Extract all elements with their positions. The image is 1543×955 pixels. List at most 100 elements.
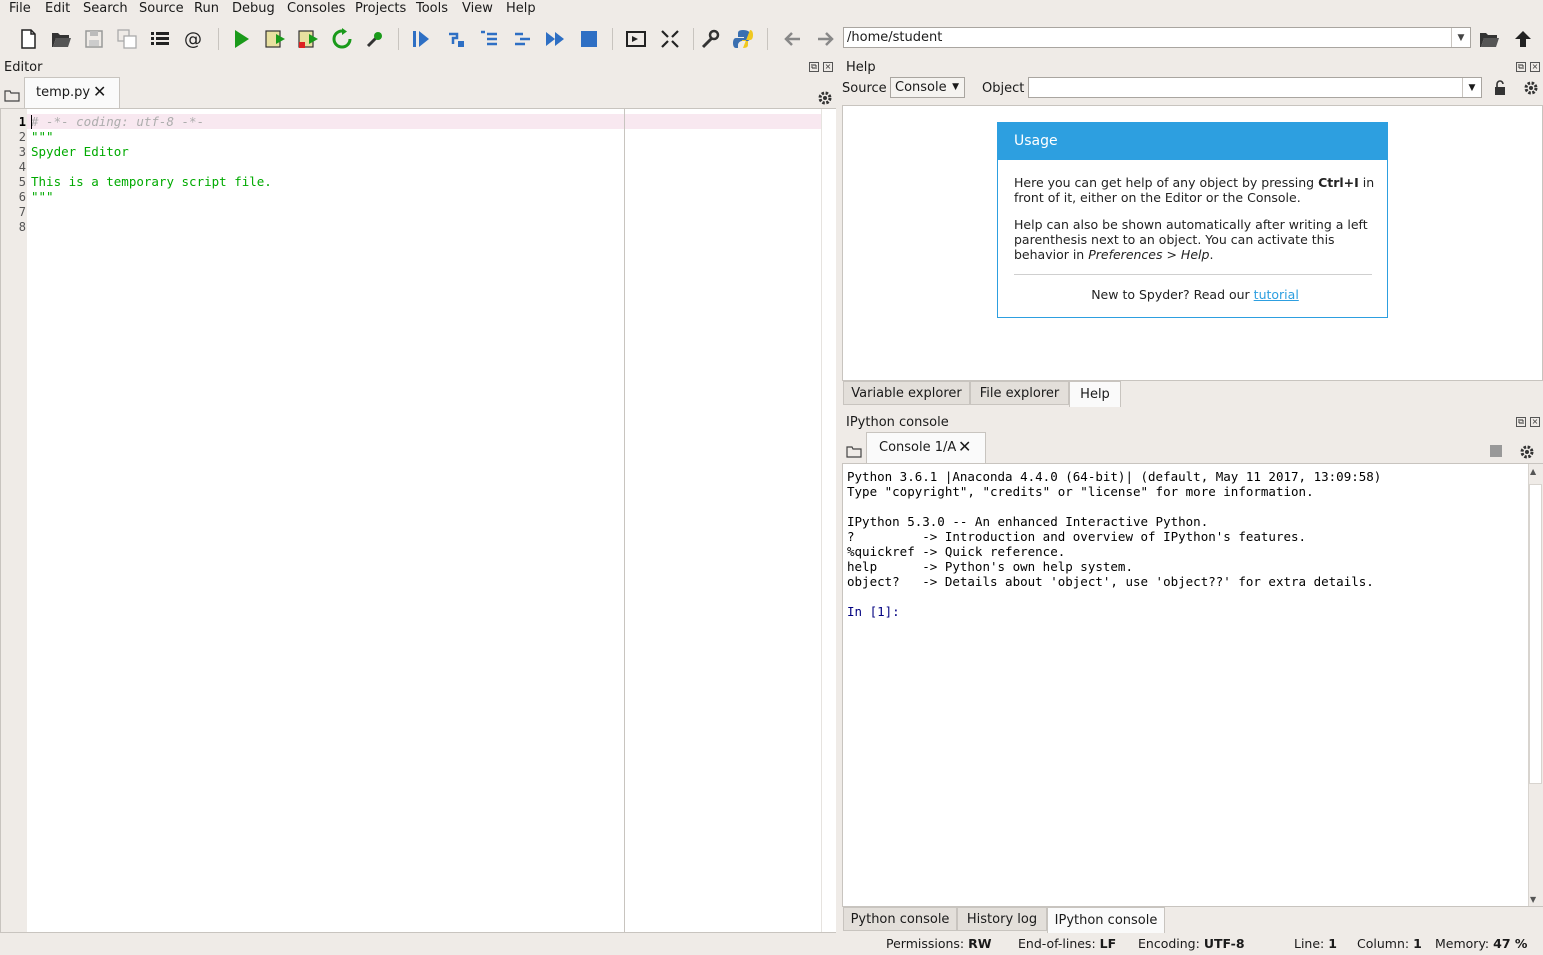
scroll-up-icon[interactable]: ▲	[1530, 467, 1536, 476]
close-tab-icon[interactable]: ✕	[958, 437, 971, 456]
debug-icon[interactable]	[408, 26, 434, 52]
usage-card-header: Usage	[998, 123, 1387, 160]
browse-tabs-icon[interactable]	[4, 88, 20, 102]
object-label: Object	[982, 81, 1025, 96]
new-file-icon[interactable]	[15, 26, 41, 52]
status-permissions: Permissions: RW	[886, 936, 992, 951]
close-tab-icon[interactable]: ✕	[93, 82, 106, 101]
menu-file[interactable]: File	[9, 1, 31, 16]
step-icon[interactable]	[443, 26, 469, 52]
line-number: 5	[18, 175, 26, 189]
line-number: 6	[18, 190, 26, 204]
parent-dir-icon[interactable]	[1510, 26, 1536, 52]
code-line: """	[31, 189, 54, 204]
open-file-icon[interactable]	[48, 26, 74, 52]
forward-arrow-icon[interactable]	[812, 26, 838, 52]
menu-help[interactable]: Help	[506, 1, 536, 16]
editor-scrollbar[interactable]	[821, 109, 836, 932]
chevron-down-icon[interactable]: ▼	[1462, 78, 1481, 97]
console-tab[interactable]: Console 1/A ✕	[866, 432, 986, 463]
close-icon[interactable]: ×	[823, 62, 833, 72]
line-number: 2	[18, 130, 26, 144]
divider	[1014, 274, 1372, 275]
configure-run-icon[interactable]	[362, 26, 388, 52]
console-scrollbar[interactable]: ▲ ▼	[1528, 464, 1543, 906]
browse-tabs-icon[interactable]	[846, 444, 862, 458]
edge-line	[624, 109, 625, 932]
tab-python-console[interactable]: Python console	[843, 907, 957, 931]
menu-view[interactable]: View	[462, 1, 493, 16]
menu-consoles[interactable]: Consoles	[287, 1, 345, 16]
console-tab-label: Console 1/A	[879, 440, 957, 455]
code-editor[interactable]	[0, 108, 836, 933]
usage-paragraph-2: Help can also be shown automatically aft…	[1014, 217, 1368, 262]
fullscreen-icon[interactable]	[657, 26, 683, 52]
maximize-pane-icon[interactable]	[623, 26, 649, 52]
back-arrow-icon[interactable]	[780, 26, 806, 52]
lock-icon[interactable]	[1493, 80, 1507, 96]
menu-edit[interactable]: Edit	[45, 1, 70, 16]
tab-help[interactable]: Help	[1069, 381, 1121, 407]
line-number: 1	[18, 115, 26, 129]
tab-file-explorer[interactable]: File explorer	[970, 381, 1069, 405]
browse-folder-icon[interactable]	[1476, 26, 1502, 52]
gear-icon[interactable]	[1519, 444, 1535, 460]
source-select[interactable]: Console ▼	[890, 77, 965, 98]
tab-variable-explorer[interactable]: Variable explorer	[843, 381, 970, 405]
status-encoding: Encoding: UTF-8	[1138, 936, 1245, 951]
save-all-icon[interactable]	[114, 26, 140, 52]
code-line: # -*- coding: utf-8 -*-	[31, 114, 205, 129]
save-icon[interactable]	[81, 26, 107, 52]
menu-projects[interactable]: Projects	[355, 1, 406, 16]
status-eol: End-of-lines: LF	[1018, 936, 1117, 951]
run-icon[interactable]	[228, 26, 254, 52]
continue-icon[interactable]	[542, 26, 568, 52]
console-prompt: In [1]:	[847, 604, 900, 619]
object-input[interactable]: ▼	[1028, 77, 1482, 98]
undock-icon[interactable]: ⧉	[809, 62, 819, 72]
undock-icon[interactable]: ⧉	[1516, 417, 1526, 427]
console-line: Type "copyright", "credits" or "license"…	[847, 484, 1314, 499]
code-line: """	[31, 129, 54, 144]
run-cell-advance-icon[interactable]	[295, 26, 321, 52]
line-number: 3	[18, 145, 26, 159]
preferences-icon[interactable]	[697, 26, 723, 52]
undock-icon[interactable]: ⧉	[1516, 62, 1526, 72]
menu-source[interactable]: Source	[139, 1, 184, 16]
scroll-down-icon[interactable]: ▼	[1530, 895, 1536, 904]
working-directory-combobox[interactable]: /home/student ▼	[843, 27, 1471, 48]
at-icon[interactable]: @	[180, 26, 206, 52]
menu-search[interactable]: Search	[83, 1, 128, 16]
tab-ipython-console[interactable]: IPython console	[1047, 907, 1165, 933]
console-line: %quickref -> Quick reference.	[847, 544, 1066, 559]
menu-run[interactable]: Run	[194, 1, 219, 16]
line-number: 8	[18, 220, 26, 234]
step-return-icon[interactable]	[509, 26, 535, 52]
usage-heading: Usage	[1014, 133, 1058, 149]
line-number: 7	[18, 205, 26, 219]
console-pane-title: IPython console	[846, 415, 949, 430]
chevron-down-icon[interactable]: ▼	[1451, 28, 1470, 47]
stop-kernel-icon[interactable]	[1490, 445, 1502, 457]
help-pane-title: Help	[846, 60, 876, 75]
scrollbar-thumb[interactable]	[1529, 484, 1542, 784]
gear-icon[interactable]	[817, 90, 833, 106]
stop-icon[interactable]	[576, 26, 602, 52]
rerun-icon[interactable]	[329, 26, 355, 52]
gear-icon[interactable]	[1523, 80, 1539, 96]
menu-debug[interactable]: Debug	[232, 1, 275, 16]
usage-paragraph-1: Here you can get help of any object by p…	[1014, 175, 1375, 205]
editor-tab-temp-py[interactable]: temp.py ✕	[24, 77, 120, 108]
text-cursor	[31, 115, 32, 129]
outline-icon[interactable]	[147, 26, 173, 52]
tab-history-log[interactable]: History log	[957, 907, 1047, 931]
editor-pane-title: Editor	[4, 60, 43, 75]
tutorial-link[interactable]: tutorial	[1254, 287, 1299, 302]
run-cell-icon[interactable]	[262, 26, 288, 52]
close-icon[interactable]: ×	[1530, 62, 1540, 72]
source-label: Source	[842, 81, 887, 96]
python-path-icon[interactable]	[730, 26, 756, 52]
menu-tools[interactable]: Tools	[416, 1, 448, 16]
close-icon[interactable]: ×	[1530, 417, 1540, 427]
step-into-icon[interactable]	[476, 26, 502, 52]
